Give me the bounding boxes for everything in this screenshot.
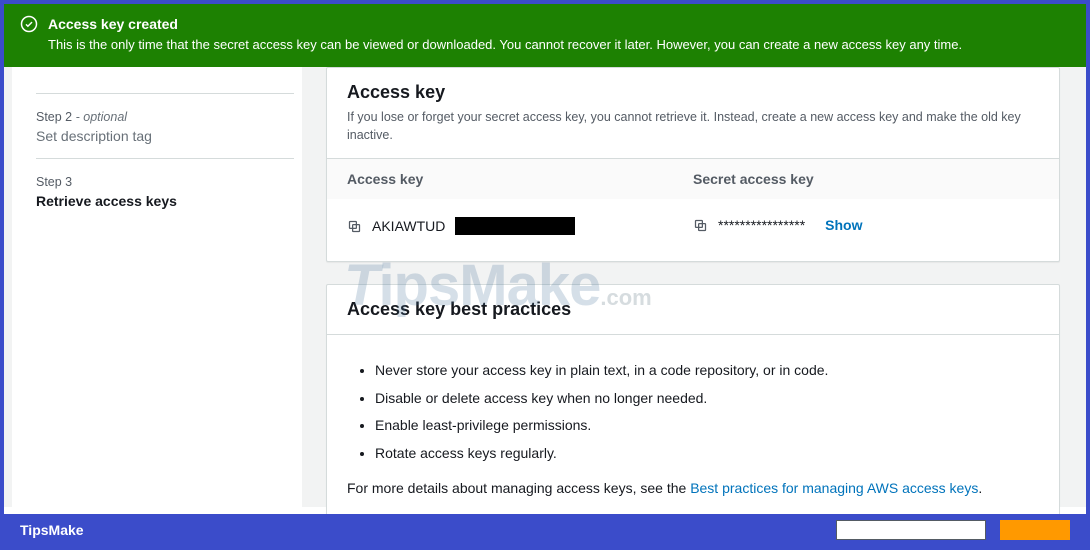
best-practices-panel: Access key best practices Never store yo… [326, 284, 1060, 516]
divider [36, 93, 294, 94]
panel-header: Access key If you lose or forget your se… [327, 68, 1059, 159]
key-values-row: AKIAWTUD **************** Show [327, 199, 1059, 261]
step-sidebar: Step 2 - optional Set description tag St… [12, 67, 302, 507]
access-key-text: AKIAWTUD [372, 218, 445, 234]
copy-icon[interactable] [347, 219, 362, 234]
more-details-text: For more details about managing access k… [347, 480, 1039, 496]
divider [36, 158, 294, 159]
primary-button[interactable] [1000, 520, 1070, 540]
list-item: Never store your access key in plain tex… [375, 361, 1039, 381]
panel-description: If you lose or forget your secret access… [347, 109, 1039, 144]
panel-header: Access key best practices [327, 285, 1059, 335]
success-alert: Access key created This is the only time… [4, 4, 1086, 67]
footer-bar: TipsMake [4, 514, 1086, 546]
check-circle-icon [20, 15, 38, 33]
footer-brand: TipsMake [20, 522, 84, 538]
panel-body: Never store your access key in plain tex… [327, 335, 1059, 515]
alert-message: This is the only time that the secret ac… [48, 36, 962, 55]
step-name: Retrieve access keys [36, 193, 294, 209]
panel-title: Access key best practices [347, 299, 1039, 320]
access-key-value: AKIAWTUD [347, 217, 693, 235]
list-item: Rotate access keys regularly. [375, 444, 1039, 464]
redacted-block [455, 217, 575, 235]
main-area: Step 2 - optional Set description tag St… [4, 67, 1086, 507]
step-label: Step 2 - optional [36, 110, 294, 124]
col-header-secret-key: Secret access key [693, 159, 1039, 199]
secondary-button[interactable] [836, 520, 986, 540]
show-secret-link[interactable]: Show [825, 217, 862, 233]
key-columns-header: Access key Secret access key [327, 159, 1059, 199]
footer-buttons [836, 520, 1070, 540]
step-label: Step 3 [36, 175, 294, 189]
list-item: Enable least-privilege permissions. [375, 416, 1039, 436]
access-key-panel: Access key If you lose or forget your se… [326, 67, 1060, 262]
step-name: Set description tag [36, 128, 294, 144]
content-area: Access key If you lose or forget your se… [326, 67, 1078, 507]
list-item: Disable or delete access key when no lon… [375, 389, 1039, 409]
best-practices-list: Never store your access key in plain tex… [347, 361, 1039, 463]
step-2[interactable]: Step 2 - optional Set description tag [36, 110, 294, 144]
copy-icon[interactable] [693, 218, 708, 233]
step-3[interactable]: Step 3 Retrieve access keys [36, 175, 294, 209]
col-header-access-key: Access key [347, 159, 693, 199]
secret-key-value: **************** Show [693, 217, 1039, 233]
best-practices-link[interactable]: Best practices for managing AWS access k… [690, 480, 978, 496]
alert-title: Access key created [48, 14, 962, 34]
secret-masked: **************** [718, 217, 805, 233]
panel-title: Access key [347, 82, 1039, 103]
